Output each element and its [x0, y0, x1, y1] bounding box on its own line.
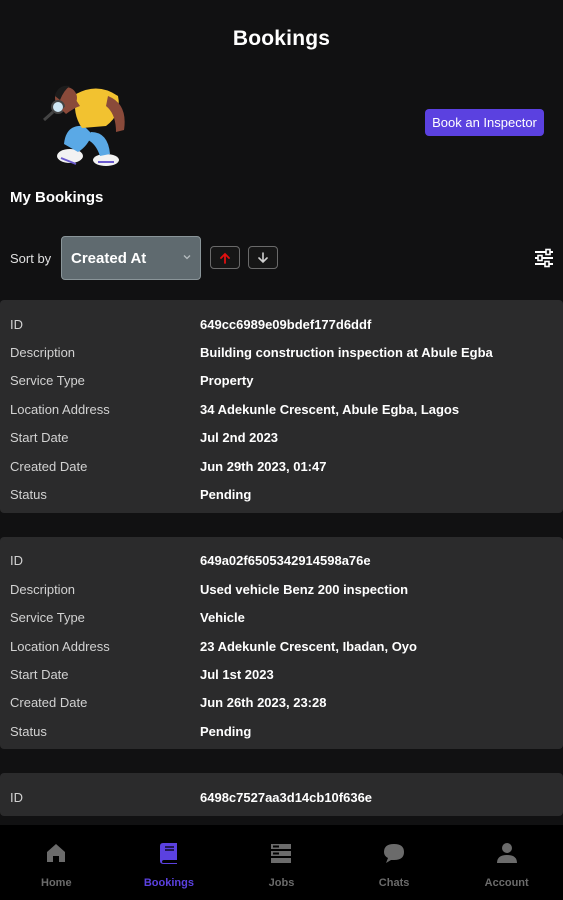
- sort-label: Sort by: [10, 251, 52, 266]
- booking-row: Start Date Jul 2nd 2023: [10, 424, 553, 452]
- field-label: Status: [10, 487, 47, 503]
- inspector-illustration: [43, 85, 125, 166]
- field-value: Jun 29th 2023, 01:47: [200, 458, 327, 474]
- booking-row: ID 649a02f6505342914598a76e: [10, 547, 553, 575]
- jobs-icon: [271, 844, 292, 863]
- nav-label: Bookings: [143, 877, 194, 889]
- person-icon: [496, 843, 517, 863]
- booking-row: Created Date Jun 26th 2023, 23:28: [10, 689, 553, 717]
- field-label: Created Date: [10, 458, 88, 474]
- nav-label: Jobs: [268, 877, 295, 889]
- app-header: Bookings: [0, 0, 563, 78]
- booking-card[interactable]: ID 649cc6989e09bdef177d6ddf Description Bu…: [0, 300, 563, 513]
- field-label: Start Date: [10, 430, 69, 446]
- field-label: Service Type: [10, 610, 85, 626]
- arrow-up-icon: [220, 252, 230, 264]
- field-label: Status: [10, 723, 47, 739]
- bookings-list: ID 649cc6989e09bdef177d6ddf Description Bu…: [0, 300, 563, 825]
- filter-settings-icon[interactable]: [533, 248, 555, 268]
- arrow-down-icon: [258, 251, 268, 263]
- sort-ascending-button[interactable]: [210, 246, 240, 269]
- booking-row: Status Pending: [10, 717, 553, 745]
- sort-field-select[interactable]: Created At: [61, 236, 201, 280]
- sort-bar: Sort by Created At: [0, 236, 563, 280]
- field-value: 34 Adekunle Crescent, Abule Egba, Lagos: [200, 401, 460, 417]
- sort-selected-value: Created At: [71, 249, 147, 267]
- nav-bookings[interactable]: Bookings: [113, 825, 226, 900]
- book-inspector-button[interactable]: Book an Inspector: [425, 109, 544, 136]
- field-value: Building construction inspection at Abul…: [200, 345, 493, 361]
- field-value: 23 Adekunle Crescent, Ibadan, Oyo: [200, 638, 417, 654]
- hero-section: Book an Inspector: [0, 70, 563, 180]
- booking-row: Description Used vehicle Benz 200 inspect…: [10, 575, 553, 603]
- field-label: Location Address: [10, 401, 110, 417]
- field-label: Start Date: [10, 666, 69, 682]
- nav-jobs[interactable]: Jobs: [225, 825, 338, 900]
- booking-row: Description Building construction inspect…: [10, 338, 553, 366]
- booking-row: ID 6498c7527aa3d14cb10f636e: [10, 783, 553, 811]
- booking-row: Created Date Jun 29th 2023, 01:47: [10, 452, 553, 480]
- field-label: ID: [10, 553, 23, 569]
- field-value: Property: [200, 373, 254, 389]
- field-value: Jul 2nd 2023: [200, 430, 279, 446]
- booking-row: Location Address 23 Adekunle Crescent, Ib…: [10, 632, 553, 660]
- booking-row: Start Date Jul 1st 2023: [10, 660, 553, 688]
- book-icon: [159, 843, 177, 864]
- field-value: Used vehicle Benz 200 inspection: [200, 581, 409, 597]
- booking-card[interactable]: ID 6498c7527aa3d14cb10f636e: [0, 773, 563, 816]
- status-value: Pending: [200, 723, 252, 739]
- nav-chats[interactable]: Chats: [338, 825, 451, 900]
- nav-home[interactable]: Home: [0, 825, 113, 900]
- nav-account[interactable]: Account: [450, 825, 563, 900]
- field-label: ID: [10, 316, 23, 332]
- nav-label: Home: [41, 877, 72, 889]
- page-title: Bookings: [232, 27, 331, 50]
- field-value: 649cc6989e09bdef177d6ddf: [200, 316, 372, 332]
- field-label: ID: [10, 790, 23, 806]
- booking-row: Status Pending: [10, 480, 553, 508]
- bottom-nav: Home Bookings Jobs Chats Account: [0, 825, 563, 900]
- field-value: 649a02f6505342914598a76e: [200, 553, 371, 569]
- nav-label: Account: [484, 877, 529, 889]
- nav-label: Chats: [378, 877, 410, 889]
- field-value: Jul 1st 2023: [200, 666, 274, 682]
- field-label: Created Date: [10, 695, 88, 711]
- booking-row: Location Address 34 Adekunle Crescent, Ab…: [10, 395, 553, 423]
- field-label: Location Address: [10, 638, 110, 654]
- field-label: Service Type: [10, 373, 85, 389]
- booking-row: ID 649cc6989e09bdef177d6ddf: [10, 310, 553, 338]
- field-value: Vehicle: [200, 610, 245, 626]
- status-value: Pending: [200, 487, 252, 503]
- field-value: Jun 26th 2023, 23:28: [200, 695, 327, 711]
- sort-descending-button[interactable]: [248, 246, 278, 269]
- booking-row: Service Type Property: [10, 367, 553, 395]
- chat-icon: [384, 844, 405, 863]
- field-label: Description: [10, 581, 76, 597]
- chevron-down-icon: [183, 255, 191, 260]
- booking-row: Service Type Vehicle: [10, 604, 553, 632]
- field-value: 6498c7527aa3d14cb10f636e: [200, 790, 373, 806]
- field-label: Description: [10, 345, 76, 361]
- booking-card[interactable]: ID 649a02f6505342914598a76e Description Us…: [0, 536, 563, 750]
- home-icon: [47, 844, 66, 862]
- section-title: My Bookings: [10, 189, 104, 206]
